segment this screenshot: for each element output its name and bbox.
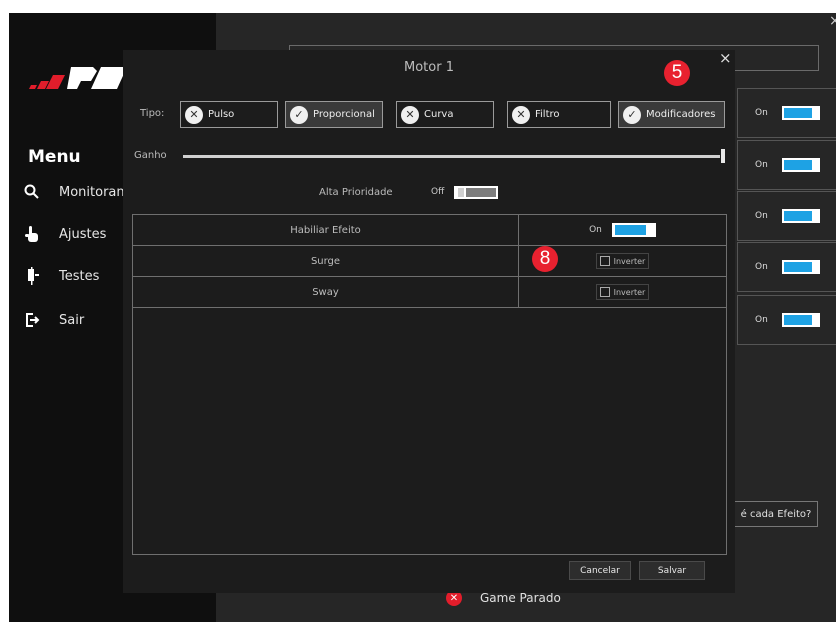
ganho-slider[interactable] — [183, 155, 720, 158]
menu-title: Menu — [28, 147, 81, 167]
menu-item-ajustes[interactable]: Ajustes — [21, 223, 106, 245]
type-label: Pulso — [208, 109, 235, 120]
toggle-state-label: On — [755, 160, 768, 170]
search-icon — [21, 181, 43, 203]
sway-inverter-checkbox[interactable]: Inverter — [595, 284, 650, 300]
menu-item-label: Ajustes — [59, 226, 107, 242]
type-label: Curva — [424, 109, 454, 120]
tipo-label: Tipo: — [140, 108, 165, 119]
effect-toggle[interactable] — [781, 260, 820, 274]
toggle-state-label: On — [755, 108, 768, 118]
menu-item-label: Monitoran — [59, 184, 125, 200]
menu-item-label: Sair — [59, 312, 85, 328]
annotation-marker-5: 5 — [664, 60, 690, 86]
toggle-state-label: On — [589, 225, 602, 235]
background-effect-row: On — [737, 140, 836, 190]
plug-icon — [21, 265, 43, 287]
effect-name: Sway — [133, 277, 519, 307]
dialog-title: Motor 1 — [404, 60, 454, 75]
ganho-slider-handle[interactable] — [721, 149, 725, 163]
effect-name: Habiliar Efeito — [133, 215, 519, 245]
checkbox-label: Inverter — [613, 256, 646, 266]
effects-table: Habiliar Efeito On Surge Inverter Sway I… — [132, 214, 727, 555]
x-circle-icon: ✕ — [512, 105, 530, 124]
type-button-proporcional[interactable]: ✓ Proporcional — [285, 101, 383, 128]
effect-toggle[interactable] — [781, 313, 820, 327]
app-close-button[interactable]: × — [829, 13, 836, 29]
effect-toggle[interactable] — [781, 158, 820, 172]
game-status-label: Game Parado — [480, 591, 561, 605]
annotation-marker-8: 8 — [532, 246, 558, 272]
checkbox-icon — [599, 287, 610, 297]
type-label: Proporcional — [313, 109, 375, 120]
save-button[interactable]: Salvar — [639, 561, 705, 580]
effect-name: Surge — [133, 246, 519, 276]
toggle-state-label: On — [755, 211, 768, 221]
checkbox-icon — [599, 256, 610, 266]
type-label: Modificadores — [646, 109, 716, 120]
table-row: Surge Inverter — [133, 246, 726, 277]
menu-item-testes[interactable]: Testes — [21, 265, 99, 287]
cancel-button[interactable]: Cancelar — [569, 561, 631, 580]
type-button-filtro[interactable]: ✕ Filtro — [507, 101, 611, 128]
table-row: Habiliar Efeito On — [133, 215, 726, 246]
type-button-curva[interactable]: ✕ Curva — [396, 101, 494, 128]
background-effect-row: On — [737, 295, 836, 345]
toggle-state-label: On — [755, 315, 768, 325]
effect-control: On — [519, 215, 726, 245]
effect-toggle[interactable] — [781, 209, 820, 223]
type-button-pulso[interactable]: ✕ Pulso — [180, 101, 278, 128]
check-circle-icon: ✓ — [623, 105, 641, 124]
type-label: Filtro — [535, 109, 560, 120]
motor-dialog: Motor 1 × 5 Tipo: ✕ Pulso ✓ Proporcional… — [123, 49, 735, 593]
effect-toggle[interactable] — [781, 106, 820, 120]
toggle-state-label: On — [755, 262, 768, 272]
x-circle-icon: ✕ — [401, 105, 419, 124]
check-circle-icon: ✓ — [290, 105, 308, 124]
menu-item-label: Testes — [59, 268, 100, 284]
dialog-close-button[interactable]: × — [719, 49, 732, 67]
checkbox-label: Inverter — [613, 287, 646, 297]
alta-prioridade-toggle[interactable] — [454, 186, 498, 199]
effect-control: Inverter — [519, 277, 726, 307]
surge-inverter-checkbox[interactable]: Inverter — [595, 253, 650, 269]
ganho-label: Ganho — [134, 150, 167, 161]
table-row: Sway Inverter — [133, 277, 726, 308]
background-effect-row: On — [737, 88, 836, 138]
hand-pointer-icon — [21, 223, 43, 245]
menu-item-sair[interactable]: Sair — [21, 309, 84, 331]
exit-icon — [21, 309, 43, 331]
menu-item-monitoramento[interactable]: Monitoran — [21, 181, 125, 203]
background-effect-row: On — [737, 191, 836, 241]
background-effect-row: On — [737, 242, 836, 292]
type-button-modificadores[interactable]: ✓ Modificadores — [618, 101, 725, 128]
alta-prioridade-label: Alta Prioridade — [319, 187, 393, 198]
x-circle-icon: ✕ — [185, 105, 203, 124]
habilitar-efeito-toggle[interactable] — [611, 223, 656, 237]
what-is-each-effect-button[interactable]: é cada Efeito? — [734, 501, 818, 527]
alta-prioridade-state: Off — [431, 187, 445, 197]
